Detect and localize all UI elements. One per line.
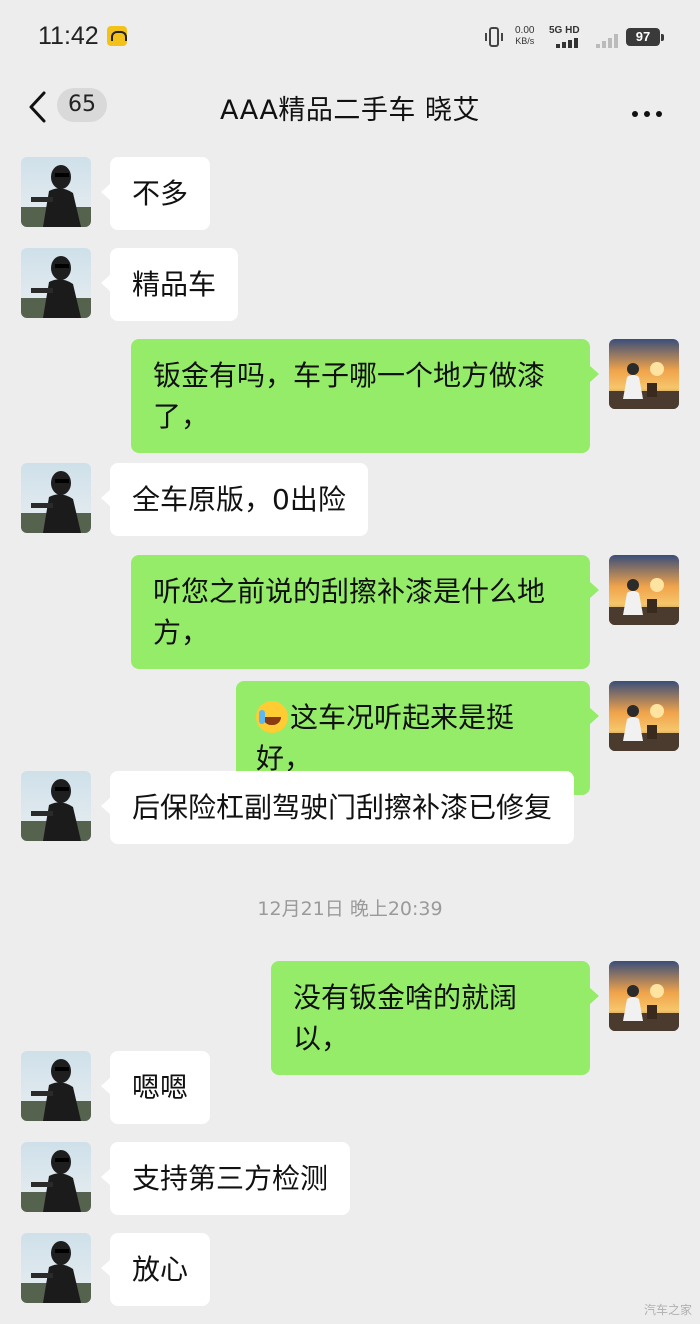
message-bubble-outgoing[interactable]: 听您之前说的刮擦补漆是什么地方， bbox=[131, 555, 599, 669]
more-options-button[interactable] bbox=[632, 102, 670, 117]
message-text: 后保险杠副驾驶门刮擦补漆已修复 bbox=[132, 791, 553, 824]
vibrate-icon bbox=[485, 27, 503, 47]
status-bar: 11:42 0.00 KB/s 5G HD 97 bbox=[0, 0, 700, 72]
signal-secondary-icon bbox=[596, 34, 618, 48]
more-dot bbox=[644, 111, 650, 117]
message-text: 听您之前说的刮擦补漆是什么地方， bbox=[153, 575, 546, 649]
message-bubble-incoming[interactable]: 全车原版，0出险 bbox=[101, 463, 368, 536]
contact-avatar[interactable] bbox=[21, 463, 91, 533]
message-bubble-incoming[interactable]: 嗯嗯 bbox=[100, 1051, 211, 1124]
app-notification-icon bbox=[107, 26, 127, 46]
contact-avatar[interactable] bbox=[21, 771, 91, 841]
message-text: 支持第三方检测 bbox=[132, 1162, 329, 1195]
contact-avatar[interactable] bbox=[21, 157, 91, 227]
network-speed: 0.00 KB/s bbox=[515, 25, 534, 47]
message-text: 没有钣金啥的就阔以， bbox=[293, 981, 518, 1055]
contact-avatar[interactable] bbox=[21, 1233, 91, 1303]
message-bubble-incoming[interactable]: 精品车 bbox=[100, 248, 239, 321]
contact-avatar[interactable] bbox=[21, 248, 91, 318]
message-text: 嗯嗯 bbox=[132, 1071, 189, 1104]
signal-icon bbox=[556, 38, 578, 48]
message-bubble-outgoing[interactable]: 没有钣金啥的就阔以， bbox=[271, 961, 599, 1075]
chat-timestamp: 12月21日 晚上20:39 bbox=[257, 898, 443, 920]
crying-laughing-emoji-icon bbox=[256, 701, 288, 733]
message-text: 不多 bbox=[132, 177, 189, 210]
status-time: 11:42 bbox=[38, 22, 99, 50]
my-avatar[interactable] bbox=[609, 339, 679, 409]
message-bubble-incoming[interactable]: 支持第三方检测 bbox=[100, 1142, 351, 1215]
more-dot bbox=[656, 111, 662, 117]
my-avatar[interactable] bbox=[609, 961, 679, 1031]
message-bubble-incoming[interactable]: 后保险杠副驾驶门刮擦补漆已修复 bbox=[100, 771, 575, 844]
message-text: 这车况听起来是挺好， bbox=[256, 701, 515, 775]
more-horizontal-icon bbox=[632, 111, 638, 117]
my-avatar[interactable] bbox=[609, 555, 679, 625]
contact-avatar[interactable] bbox=[21, 1142, 91, 1212]
message-text: 放心 bbox=[132, 1253, 189, 1286]
message-text: 精品车 bbox=[132, 268, 217, 301]
contact-avatar[interactable] bbox=[21, 1051, 91, 1121]
watermark: 汽车之家 bbox=[643, 1303, 692, 1317]
network-speed-value: 0.00 bbox=[515, 25, 535, 36]
message-text: 全车原版，0出险 bbox=[132, 483, 346, 516]
battery-indicator: 97 bbox=[626, 28, 664, 46]
message-bubble-incoming[interactable]: 不多 bbox=[100, 157, 211, 230]
message-bubble-incoming[interactable]: 放心 bbox=[100, 1233, 211, 1306]
message-text: 钣金有吗，车子哪一个地方做漆了， bbox=[153, 359, 546, 433]
network-type: 5G HD bbox=[549, 25, 580, 36]
chat-header: 65 AAA精品二手车 晓艾 bbox=[0, 72, 700, 138]
my-avatar[interactable] bbox=[609, 681, 679, 751]
message-bubble-outgoing[interactable]: 钣金有吗，车子哪一个地方做漆了， bbox=[131, 339, 599, 453]
chat-title: AAA精品二手车 晓艾 bbox=[220, 95, 480, 126]
network-speed-unit: KB/s bbox=[515, 36, 535, 46]
